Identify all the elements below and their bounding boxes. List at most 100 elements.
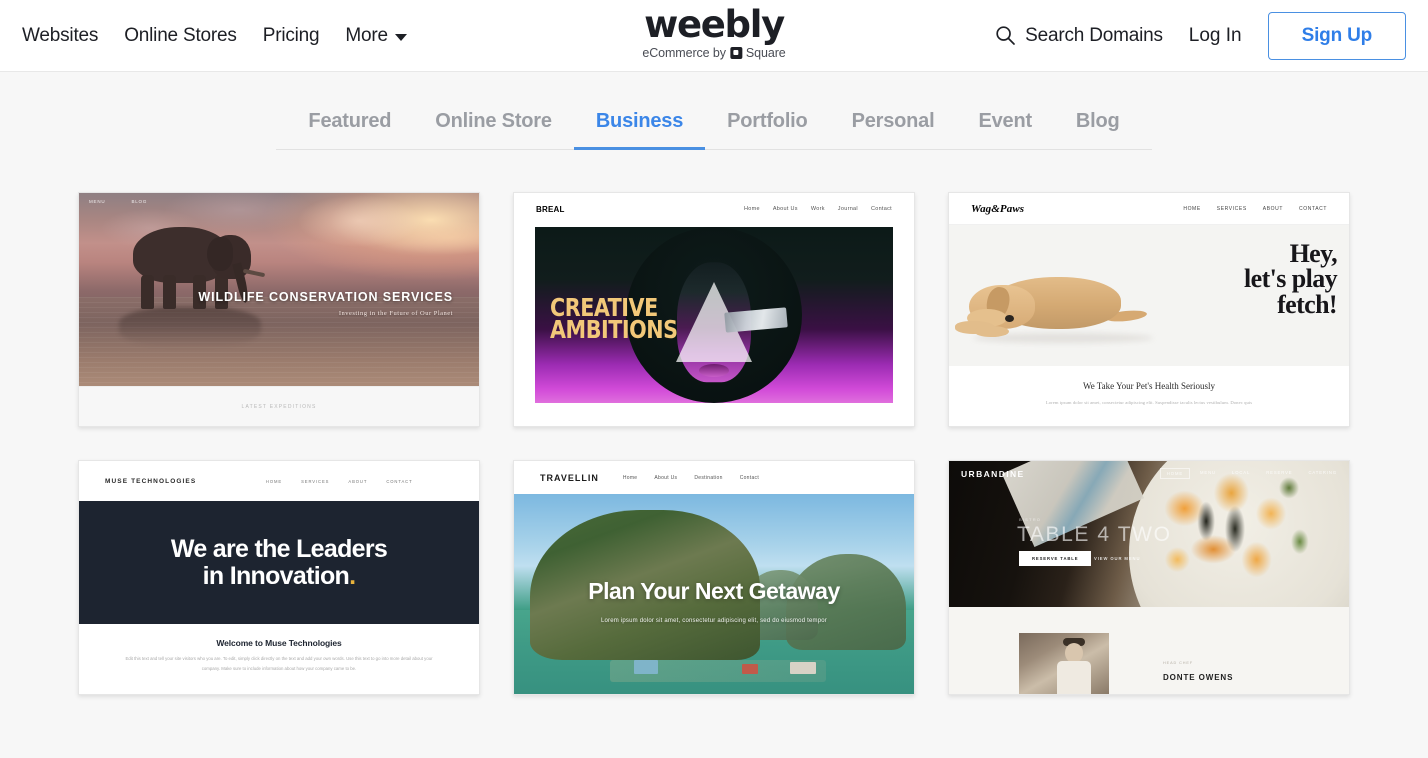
mini-nav-catering: CATERING	[1308, 470, 1337, 475]
puppy-nose	[1005, 315, 1014, 322]
floating-hut-red	[742, 664, 758, 674]
template-card-wag-and-paws[interactable]: Wag&Paws HOME SERVICES ABOUT CONTACT Hey…	[948, 192, 1350, 427]
logo-tagline-post: Square	[745, 45, 786, 60]
tab-online-store[interactable]: Online Store	[413, 110, 574, 150]
logo-wordmark: weebly	[644, 3, 785, 46]
floating-hut-white	[790, 662, 816, 674]
tab-featured[interactable]: Featured	[286, 110, 413, 150]
tab-portfolio[interactable]: Portfolio	[705, 110, 829, 150]
template-card-breal[interactable]: BREAL Home About Us Work Journal Contact…	[513, 192, 915, 427]
template-mini-nav: TRAVELLIN Home About Us Destination Cont…	[514, 461, 914, 494]
template-footer-text: Lorem ipsum dolor sit amet, consectetur …	[1045, 400, 1253, 405]
category-tabs: Featured Online Store Business Portfolio…	[276, 110, 1152, 150]
template-hero: MENU BLOG WILDLIFE CONSERVATION SERVICES…	[79, 193, 479, 386]
secondary-nav: Search Domains Log In Sign Up	[995, 11, 1406, 60]
primary-nav: Websites Online Stores Pricing More	[22, 25, 407, 47]
mini-nav-home: HOME	[1183, 205, 1201, 212]
mini-nav-about: ABOUT	[1262, 205, 1283, 212]
hero-title-line2: in Innovation	[202, 561, 350, 590]
search-domains-label: Search Domains	[1025, 24, 1163, 46]
mini-nav-home: Home	[622, 474, 638, 481]
mini-nav-work: Work	[810, 206, 825, 212]
template-mini-nav: Wag&Paws HOME SERVICES ABOUT CONTACT	[949, 193, 1349, 225]
template-nav-links: Home About Us Destination Contact	[623, 475, 759, 481]
template-brand: TRAVELLIN	[540, 472, 599, 483]
template-hero: Plan Your Next Getaway Lorem ipsum dolor…	[514, 494, 914, 694]
template-brand: Wag&Paws	[971, 202, 1025, 215]
template-card-urbandine[interactable]: URBANDINE HOME MENU LOCAL RESERVE CATERI…	[948, 460, 1350, 695]
template-hero-subtitle: Lorem ipsum dolor sit amet, consectetur …	[600, 618, 828, 624]
template-primary-button: RESERVE TABLE	[1019, 551, 1092, 566]
template-mini-nav: MENU BLOG	[89, 199, 147, 204]
mini-nav-menu: MENU	[1200, 470, 1216, 475]
weebly-logo[interactable]: weebly eCommerce by Square	[642, 3, 785, 60]
mini-nav-home: HOME	[265, 478, 283, 484]
chevron-down-icon	[394, 33, 407, 41]
hero-title-line2: let's play	[1244, 264, 1338, 294]
template-footer-heading: Welcome to Muse Technologies	[216, 638, 342, 648]
template-footer-section: Welcome to Muse Technologies Edit this t…	[79, 624, 479, 694]
search-domains-button[interactable]: Search Domains	[995, 25, 1163, 47]
mini-nav-destination: Destination	[694, 474, 723, 481]
tab-blog[interactable]: Blog	[1054, 110, 1142, 150]
puppy-paw-rear	[975, 326, 1009, 337]
portrait-lips	[699, 364, 729, 378]
logo-tagline: eCommerce by Square	[642, 46, 785, 60]
template-footer-strip: LATEST EXPEDITIONS	[79, 386, 479, 426]
category-tabs-container: Featured Online Store Business Portfolio…	[0, 110, 1428, 150]
elephant-reflection	[119, 307, 261, 348]
signup-button[interactable]: Sign Up	[1267, 11, 1406, 60]
template-hero-title: Hey, let's play fetch!	[1244, 239, 1338, 317]
template-hero: URBANDINE HOME MENU LOCAL RESERVE CATERI…	[949, 461, 1349, 607]
template-hero-title: We are the Leaders in Innovation.	[171, 535, 388, 590]
mini-nav-contact: CONTACT	[1299, 205, 1327, 212]
mini-nav-local: LOCAL	[1231, 470, 1251, 475]
template-footer-label: LATEST EXPEDITIONS	[241, 404, 317, 410]
nav-item-pricing[interactable]: Pricing	[263, 25, 320, 47]
square-logo-icon	[729, 46, 742, 59]
mini-nav-about: ABOUT	[348, 478, 368, 484]
template-brand: MUSE TECHNOLOGIES	[105, 477, 197, 485]
template-card-muse-technologies[interactable]: MUSE TECHNOLOGIES HOME SERVICES ABOUT CO…	[78, 460, 480, 695]
hero-title-line1: Hey,	[1289, 239, 1338, 268]
mini-nav-menu: MENU	[89, 199, 106, 204]
tab-event[interactable]: Event	[956, 110, 1053, 150]
template-hero-title: TABLE 4 TWO	[1017, 523, 1172, 546]
mini-nav-journal: Journal	[837, 206, 858, 212]
template-brand: URBANDINE	[961, 469, 1025, 479]
chef-role-label: HEAD CHEF	[1163, 661, 1194, 665]
nav-item-online-stores[interactable]: Online Stores	[124, 25, 237, 47]
nav-item-more-label: More	[345, 24, 388, 46]
logo-tagline-pre: eCommerce by	[642, 45, 726, 60]
tab-personal[interactable]: Personal	[830, 110, 957, 150]
mini-nav-contact: CONTACT	[386, 478, 413, 484]
template-card-wildlife-conservation[interactable]: MENU BLOG WILDLIFE CONSERVATION SERVICES…	[78, 192, 480, 427]
template-hero-eyebrow: BISTRO	[1019, 517, 1042, 522]
mini-nav-contact: Contact	[739, 474, 760, 481]
template-nav-links: HOME SERVICES ABOUT CONTACT	[266, 479, 413, 484]
template-hero-title: WILDLIFE CONSERVATION SERVICES	[198, 290, 453, 304]
mini-nav-contact: Contact	[870, 206, 892, 212]
site-header: Websites Online Stores Pricing More weeb…	[0, 0, 1428, 72]
hero-title-line2: AMBITIONS	[550, 315, 678, 345]
template-hero-subtitle: Investing in the Future of Our Planet	[338, 310, 453, 317]
template-footer-text: Edit this text and tell your site visito…	[125, 656, 433, 672]
template-nav-links: Home About Us Work Journal Contact	[744, 206, 892, 212]
template-grid: MENU BLOG WILDLIFE CONSERVATION SERVICES…	[0, 192, 1428, 695]
floating-hut-blue	[634, 660, 658, 674]
mini-nav-about: About Us	[654, 474, 678, 481]
template-card-travellin[interactable]: TRAVELLIN Home About Us Destination Cont…	[513, 460, 915, 695]
mini-nav-about: About Us	[772, 206, 798, 212]
nav-item-websites[interactable]: Websites	[22, 25, 98, 47]
nav-item-more[interactable]: More	[345, 25, 407, 47]
template-mini-nav: MUSE TECHNOLOGIES HOME SERVICES ABOUT CO…	[79, 461, 479, 501]
login-link[interactable]: Log In	[1189, 25, 1242, 47]
template-footer-heading: We Take Your Pet's Health Seriously	[1082, 381, 1216, 391]
template-hero-title: Plan Your Next Getaway	[588, 578, 840, 604]
chef-name: DONTE OWENS	[1163, 673, 1234, 682]
template-hero-title: CREATIVE AMBITIONS	[550, 295, 678, 345]
mini-nav-services: SERVICES	[301, 478, 330, 484]
hero-title-line2-wrap: in Innovation.	[171, 561, 387, 590]
tab-business[interactable]: Business	[573, 110, 706, 150]
template-mini-nav: BREAL Home About Us Work Journal Contact	[514, 193, 914, 225]
